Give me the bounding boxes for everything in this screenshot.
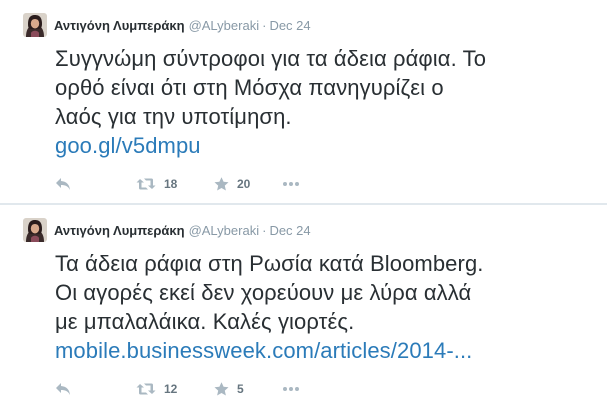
avatar[interactable] xyxy=(23,13,47,37)
tweet-text-line: με μπαλαλάικα. Καλές γιορτές. xyxy=(55,309,355,334)
author-username[interactable]: @ALyberaki xyxy=(189,18,260,33)
tweet-header: Αντιγόνη Λυμπεράκη @ALyberaki · Dec 24 xyxy=(23,13,311,37)
tweet-text-line: Συγγνώμη σύντροφοι για τα άδεια ράφια. Τ… xyxy=(55,46,487,71)
favorite-count: 20 xyxy=(237,177,251,191)
tweet-header: Αντιγόνη Λυμπεράκη @ALyberaki · Dec 24 xyxy=(23,218,311,242)
tweet-link[interactable]: goo.gl/v5dmpu xyxy=(55,133,201,158)
tweet-text-line: λαός για την υποτίμηση. xyxy=(55,104,292,129)
tweet-text: Τα άδεια ράφια στη Ρωσία κατά Bloomberg.… xyxy=(55,249,600,365)
tweet-text-line: Τα άδεια ράφια στη Ρωσία κατά Bloomberg. xyxy=(55,251,484,276)
header-separator: · xyxy=(262,222,267,238)
author-fullname[interactable]: Αντιγόνη Λυμπεράκη xyxy=(54,18,185,33)
star-icon xyxy=(214,382,229,396)
retweet-button[interactable]: 18 xyxy=(136,177,186,191)
author-fullname[interactable]: Αντιγόνη Λυμπεράκη xyxy=(54,223,185,238)
tweet[interactable]: Αντιγόνη Λυμπεράκη @ALyberaki · Dec 24 Σ… xyxy=(0,0,607,204)
retweet-button[interactable]: 12 xyxy=(136,382,186,396)
more-button[interactable] xyxy=(282,181,300,187)
reply-button[interactable] xyxy=(55,382,83,396)
tweet-actions: 12 5 xyxy=(55,380,300,398)
tweet-link[interactable]: mobile.businessweek.com/articles/2014-..… xyxy=(55,338,472,363)
reply-icon xyxy=(55,382,71,396)
retweet-count: 12 xyxy=(164,382,178,396)
tweet-text: Συγγνώμη σύντροφοι για τα άδεια ράφια. Τ… xyxy=(55,44,600,160)
more-dots-icon xyxy=(282,386,300,392)
tweet-actions: 18 20 xyxy=(55,175,300,193)
tweet-text-line: ορθό είναι ότι στη Μόσχα πανηγυρίζει ο xyxy=(55,75,444,100)
header-separator: · xyxy=(262,17,267,33)
tweet-text-line: Οι αγορές εκεί δεν χορεύουν με λύρα αλλά xyxy=(55,280,472,305)
more-button[interactable] xyxy=(282,386,300,392)
retweet-count: 18 xyxy=(164,177,178,191)
reply-icon xyxy=(55,177,71,191)
timeline: Αντιγόνη Λυμπεράκη @ALyberaki · Dec 24 Σ… xyxy=(0,0,607,409)
reply-button[interactable] xyxy=(55,177,83,191)
retweet-icon xyxy=(136,382,156,396)
author-username[interactable]: @ALyberaki xyxy=(189,223,260,238)
favorite-button[interactable]: 5 xyxy=(214,382,264,396)
favorite-count: 5 xyxy=(237,382,244,396)
avatar[interactable] xyxy=(23,218,47,242)
tweet-timestamp[interactable]: Dec 24 xyxy=(269,18,310,33)
more-dots-icon xyxy=(282,181,300,187)
favorite-button[interactable]: 20 xyxy=(214,177,264,191)
tweet-timestamp[interactable]: Dec 24 xyxy=(269,223,310,238)
tweet[interactable]: Αντιγόνη Λυμπεράκη @ALyberaki · Dec 24 Τ… xyxy=(0,205,607,409)
star-icon xyxy=(214,177,229,191)
retweet-icon xyxy=(136,177,156,191)
